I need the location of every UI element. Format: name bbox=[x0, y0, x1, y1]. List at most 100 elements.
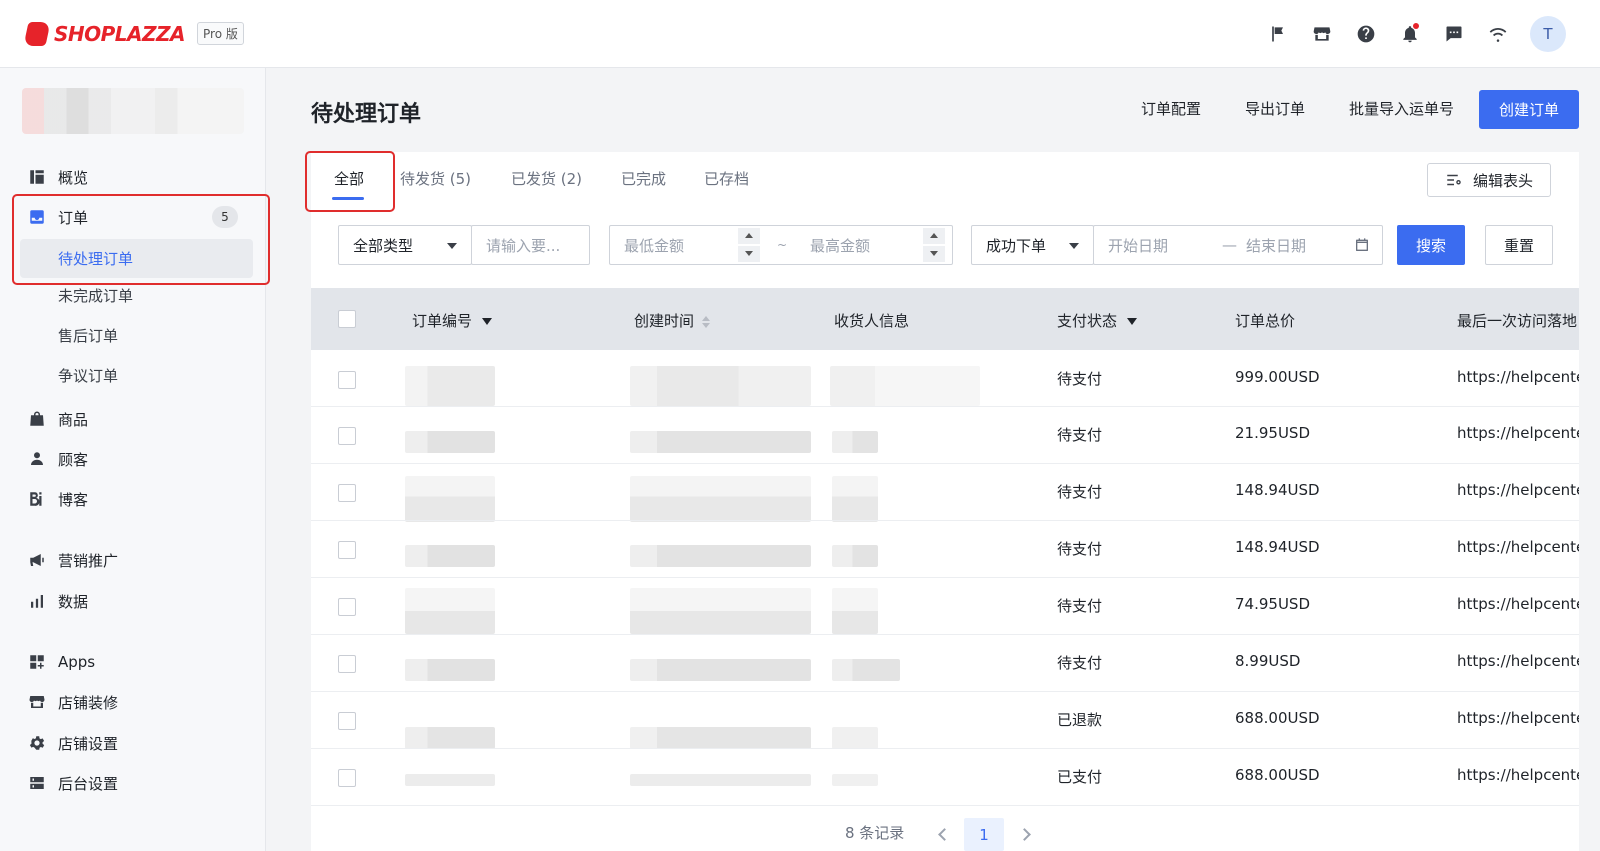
row-checkbox[interactable] bbox=[338, 371, 356, 389]
row-checkbox[interactable] bbox=[338, 598, 356, 616]
amount-range-input[interactable]: 最低金额 ~ 最高金额 bbox=[609, 225, 953, 265]
min-amount-stepper[interactable] bbox=[738, 228, 760, 262]
wifi-icon[interactable] bbox=[1484, 20, 1512, 48]
page-title: 待处理订单 bbox=[311, 102, 422, 127]
column-payment-status[interactable]: 支付状态 bbox=[1057, 310, 1138, 331]
sidebar-item-marketing[interactable]: 营销推广 bbox=[28, 547, 118, 573]
landing-url[interactable]: https://helpcente bbox=[1457, 538, 1579, 556]
export-orders-button[interactable]: 导出订单 bbox=[1245, 98, 1305, 119]
order-config-button[interactable]: 订单配置 bbox=[1141, 98, 1201, 119]
sidebar-item-label: 店铺装修 bbox=[58, 693, 119, 712]
blurred-created-time bbox=[630, 476, 811, 522]
tab-to-ship[interactable]: 待发货 (5) bbox=[400, 168, 471, 189]
flag-icon[interactable] bbox=[1264, 20, 1292, 48]
sidebar-item-analytics[interactable]: 数据 bbox=[28, 588, 88, 614]
edit-columns-button[interactable]: 编辑表头 bbox=[1427, 163, 1551, 197]
row-checkbox[interactable] bbox=[338, 712, 356, 730]
blurred-recipient bbox=[832, 588, 878, 634]
landing-url[interactable]: https://helpcente bbox=[1457, 652, 1579, 670]
row-checkbox[interactable] bbox=[338, 427, 356, 445]
row-divider bbox=[311, 691, 1579, 692]
row-divider bbox=[311, 634, 1579, 635]
bulk-import-tracking-button[interactable]: 批量导入运单号 bbox=[1349, 98, 1454, 119]
landing-url[interactable]: https://helpcente bbox=[1457, 368, 1579, 386]
tab-archived[interactable]: 已存档 bbox=[704, 168, 749, 189]
date-range-picker[interactable]: 开始日期 — 结束日期 bbox=[1093, 225, 1383, 265]
sidebar-item-label: Apps bbox=[58, 653, 96, 671]
min-amount-placeholder: 最低金额 bbox=[624, 236, 685, 255]
tab-completed[interactable]: 已完成 bbox=[621, 168, 666, 189]
page-1-button[interactable]: 1 bbox=[964, 818, 1004, 851]
blurred-order-number[interactable] bbox=[405, 774, 495, 786]
user-avatar[interactable]: T bbox=[1530, 16, 1566, 52]
notification-dot bbox=[1413, 23, 1419, 29]
column-label: 支付状态 bbox=[1057, 312, 1118, 330]
filter-caret-icon[interactable] bbox=[1127, 318, 1138, 325]
blurred-order-number[interactable] bbox=[405, 659, 495, 681]
sidebar-item-products[interactable]: 商品 bbox=[28, 406, 88, 432]
date-type-select[interactable]: 成功下单 bbox=[971, 225, 1094, 265]
landing-url[interactable]: https://helpcente bbox=[1457, 424, 1579, 442]
bell-icon[interactable] bbox=[1396, 20, 1424, 48]
select-all-checkbox[interactable] bbox=[338, 310, 356, 328]
max-amount-stepper[interactable] bbox=[923, 228, 945, 262]
sidebar-item-label: 数据 bbox=[58, 592, 89, 611]
sidebar-subitem-dispute-orders[interactable]: 争议订单 bbox=[58, 365, 118, 386]
filter-caret-icon[interactable] bbox=[482, 318, 493, 325]
blurred-order-number[interactable] bbox=[405, 366, 495, 406]
keyword-input[interactable]: 请输入要... bbox=[471, 225, 590, 265]
storefront-icon[interactable] bbox=[1308, 20, 1336, 48]
shoplazza-logo[interactable]: SHOPLAZZA Pro 版 bbox=[23, 21, 244, 46]
gear-icon bbox=[29, 736, 45, 750]
sidebar-item-overview[interactable]: 概览 bbox=[28, 164, 88, 190]
blurred-order-number[interactable] bbox=[405, 431, 495, 453]
payment-status: 待支付 bbox=[1057, 540, 1103, 558]
search-button[interactable]: 搜索 bbox=[1397, 225, 1465, 265]
sidebar-item-store-design[interactable]: 店铺装修 bbox=[28, 689, 118, 715]
column-order-number[interactable]: 订单编号 bbox=[412, 310, 493, 331]
blurred-order-number[interactable] bbox=[405, 588, 495, 634]
sidebar-item-apps[interactable]: Apps bbox=[28, 649, 95, 675]
help-icon[interactable] bbox=[1352, 20, 1380, 48]
person-icon bbox=[31, 452, 43, 465]
sidebar-item-store-settings[interactable]: 店铺设置 bbox=[28, 730, 118, 756]
row-checkbox[interactable] bbox=[338, 769, 356, 787]
landing-url[interactable]: https://helpcente bbox=[1457, 709, 1579, 727]
sidebar-item-admin-settings[interactable]: 后台设置 bbox=[28, 770, 118, 796]
blurred-order-number[interactable] bbox=[405, 545, 495, 567]
tab-shipped[interactable]: 已发货 (2) bbox=[511, 168, 582, 189]
row-checkbox[interactable] bbox=[338, 484, 356, 502]
payment-status: 待支付 bbox=[1057, 654, 1103, 672]
column-last-landing: 最后一次访问落地 bbox=[1457, 312, 1578, 330]
payment-status: 已退款 bbox=[1057, 711, 1103, 729]
order-type-select[interactable]: 全部类型 bbox=[338, 225, 472, 265]
order-type-value: 全部类型 bbox=[353, 236, 414, 255]
shoplazza-logo-icon bbox=[23, 21, 51, 46]
store-name-blurred[interactable] bbox=[22, 88, 244, 134]
sidebar-subitem-unfinished-orders[interactable]: 未完成订单 bbox=[58, 285, 133, 306]
row-divider bbox=[311, 406, 1579, 407]
chevron-down-icon bbox=[1069, 243, 1079, 249]
column-label: 订单编号 bbox=[412, 312, 473, 330]
chat-icon[interactable] bbox=[1440, 20, 1468, 48]
sidebar-subitem-after-sale-orders[interactable]: 售后订单 bbox=[58, 325, 118, 346]
sort-icon[interactable] bbox=[702, 315, 711, 328]
row-checkbox[interactable] bbox=[338, 655, 356, 673]
sidebar-item-label: 营销推广 bbox=[58, 551, 119, 570]
top-bar: SHOPLAZZA Pro 版 T bbox=[0, 0, 1600, 68]
sidebar-item-customers[interactable]: 顾客 bbox=[28, 446, 88, 472]
blurred-order-number[interactable] bbox=[405, 476, 495, 522]
server-icon bbox=[30, 777, 44, 789]
sidebar-item-blog[interactable]: 博客 bbox=[28, 486, 88, 512]
table-header bbox=[311, 288, 1579, 350]
landing-url[interactable]: https://helpcente bbox=[1457, 595, 1579, 613]
create-order-button[interactable]: 创建订单 bbox=[1479, 90, 1579, 129]
blurred-created-time bbox=[630, 774, 811, 786]
column-created-time[interactable]: 创建时间 bbox=[634, 310, 711, 331]
landing-url[interactable]: https://helpcente bbox=[1457, 481, 1579, 499]
blurred-order-number[interactable] bbox=[405, 727, 495, 749]
row-checkbox[interactable] bbox=[338, 541, 356, 559]
landing-url[interactable]: https://helpcente bbox=[1457, 766, 1579, 784]
reset-button[interactable]: 重置 bbox=[1485, 225, 1553, 265]
payment-status: 待支付 bbox=[1057, 483, 1103, 501]
